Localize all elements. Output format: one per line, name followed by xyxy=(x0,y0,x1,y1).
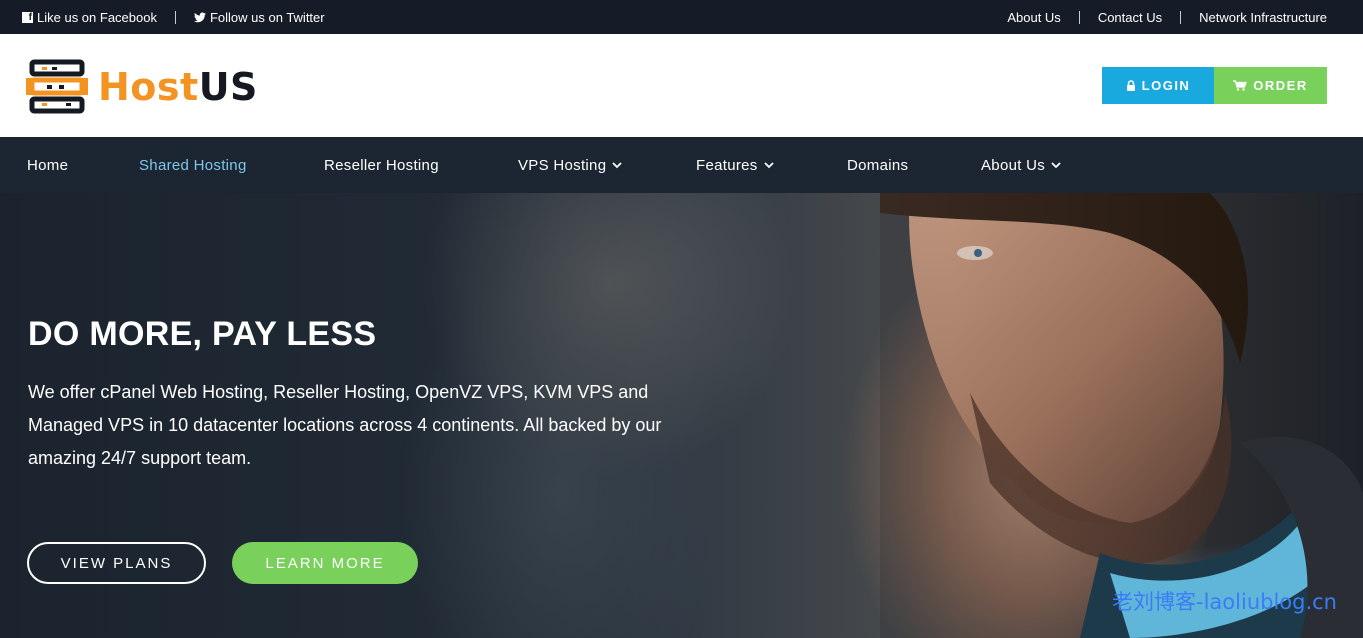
twitter-icon xyxy=(193,12,206,22)
site-header: HostUS LOGIN ORDER xyxy=(0,34,1363,137)
topbar-link-about-us[interactable]: About Us xyxy=(1007,10,1060,25)
twitter-link-label: Follow us on Twitter xyxy=(209,9,325,25)
topbar-link-contact-us[interactable]: Contact Us xyxy=(1098,10,1162,25)
divider xyxy=(1180,10,1182,24)
divider xyxy=(1078,10,1080,24)
logo-host-text: Host xyxy=(98,65,199,109)
hero-title: DO MORE, PAY LESS xyxy=(28,315,377,353)
hero-description: We offer cPanel Web Hosting, Reseller Ho… xyxy=(28,382,662,468)
nav-item-label: Features xyxy=(696,156,758,174)
facebook-icon: f xyxy=(22,11,33,23)
watermark: 老刘博客-laoliublog.cn xyxy=(1112,590,1337,614)
nav-item-domains[interactable]: Domains xyxy=(847,137,908,193)
view-plans-button-label: VIEW PLANS xyxy=(60,554,173,572)
twitter-link[interactable]: Follow us on Twitter xyxy=(193,9,325,25)
nav-item-label: VPS Hosting xyxy=(518,156,607,174)
nav-item-home[interactable]: Home xyxy=(27,137,68,193)
nav-item-features[interactable]: Features xyxy=(696,137,774,193)
order-button-label: ORDER xyxy=(1253,78,1308,93)
nav-item-label: About Us xyxy=(981,156,1046,174)
divider xyxy=(174,10,176,24)
main-navigation: Home Shared Hosting Reseller Hosting VPS… xyxy=(0,137,1363,193)
nav-item-label: Home xyxy=(27,156,69,174)
chevron-down-icon xyxy=(1051,161,1061,168)
login-button-label: LOGIN xyxy=(1141,78,1191,93)
facebook-link[interactable]: f Like us on Facebook xyxy=(22,10,157,25)
nav-item-reseller-hosting[interactable]: Reseller Hosting xyxy=(324,137,439,193)
learn-more-button[interactable]: LEARN MORE xyxy=(232,542,418,584)
lock-icon xyxy=(1126,80,1135,91)
nav-item-vps-hosting[interactable]: VPS Hosting xyxy=(518,137,622,193)
hostus-logo[interactable]: HostUS xyxy=(26,58,258,116)
logo-wordmark: HostUS xyxy=(98,68,258,106)
nav-item-shared-hosting[interactable]: Shared Hosting xyxy=(139,137,247,193)
nav-item-label: Domains xyxy=(847,156,909,174)
server-logo-icon xyxy=(26,59,88,114)
login-button[interactable]: LOGIN xyxy=(1102,67,1214,104)
nav-item-about-us[interactable]: About Us xyxy=(981,137,1061,193)
logo-us-text: US xyxy=(198,65,258,109)
nav-item-label: Shared Hosting xyxy=(139,156,247,174)
facebook-link-label: Like us on Facebook xyxy=(37,9,157,25)
shopping-cart-icon xyxy=(1233,80,1248,91)
view-plans-button[interactable]: VIEW PLANS xyxy=(27,542,206,584)
nav-item-label: Reseller Hosting xyxy=(324,156,439,174)
topbar-link-network-infrastructure[interactable]: Network Infrastructure xyxy=(1199,10,1327,25)
learn-more-button-label: LEARN MORE xyxy=(265,554,385,572)
chevron-down-icon xyxy=(763,161,774,168)
top-bar: f Like us on Facebook Follow us on Twitt… xyxy=(0,0,1363,34)
chevron-down-icon xyxy=(612,161,622,168)
order-button[interactable]: ORDER xyxy=(1214,67,1327,104)
hero-banner: DO MORE, PAY LESS We offer cPanel Web Ho… xyxy=(0,193,1363,638)
